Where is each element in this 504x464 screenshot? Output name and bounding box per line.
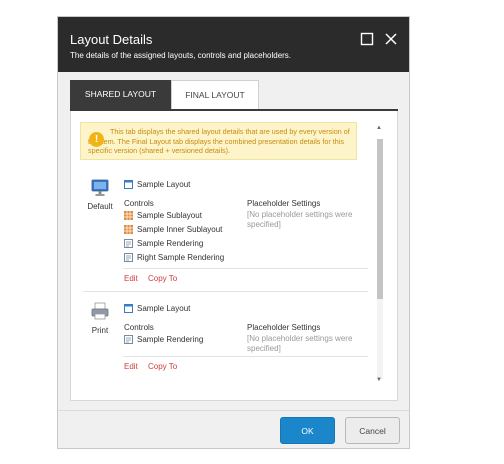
- layout-name[interactable]: Sample Layout: [137, 304, 190, 313]
- placeholder-settings-value: [No placeholder settings were specified]: [247, 334, 353, 353]
- layout-details-dialog: Layout Details The details of the assign…: [57, 16, 410, 449]
- controls-label: Controls: [124, 199, 154, 208]
- layout-icon: [124, 304, 133, 313]
- layout-icon: [124, 180, 133, 189]
- tab-final-layout[interactable]: FINAL LAYOUT: [171, 80, 259, 109]
- maximize-icon[interactable]: [360, 32, 374, 46]
- sublayout-icon: [124, 211, 133, 220]
- shared-layout-panel: This tab displays the shared layout deta…: [70, 111, 398, 401]
- placeholder-settings-label: Placeholder Settings: [247, 199, 321, 208]
- ok-button[interactable]: OK: [280, 417, 335, 444]
- info-notice: This tab displays the shared layout deta…: [80, 122, 357, 160]
- edit-link[interactable]: Edit: [124, 362, 138, 371]
- scrollbar-thumb[interactable]: [377, 139, 383, 299]
- close-icon[interactable]: [384, 32, 398, 46]
- dialog-header: Layout Details The details of the assign…: [58, 17, 409, 72]
- placeholder-settings-label: Placeholder Settings: [247, 323, 321, 332]
- controls-label: Controls: [124, 323, 154, 332]
- layout-name[interactable]: Sample Layout: [137, 180, 190, 189]
- control-item[interactable]: Sample Inner Sublayout: [137, 225, 222, 234]
- sublayout-icon: [124, 225, 133, 234]
- row-divider: [123, 356, 368, 357]
- control-item[interactable]: Sample Rendering: [137, 335, 203, 344]
- tab-shared-layout[interactable]: SHARED LAYOUT: [70, 80, 171, 109]
- rendering-icon: [124, 239, 133, 248]
- device-name: Default: [87, 202, 113, 211]
- dialog-title: Layout Details: [70, 32, 153, 47]
- placeholder-settings-value: [No placeholder settings were specified]: [247, 210, 353, 229]
- edit-link[interactable]: Edit: [124, 274, 138, 283]
- device-divider: [83, 291, 368, 292]
- footer-divider: [58, 410, 409, 411]
- scroll-down-icon[interactable]: ▼: [376, 377, 382, 383]
- control-item[interactable]: Right Sample Rendering: [137, 253, 224, 262]
- control-item[interactable]: Sample Rendering: [137, 239, 203, 248]
- rendering-icon: [124, 253, 133, 262]
- panel-scrollbar[interactable]: ▲ ▼: [375, 125, 384, 385]
- copy-to-link[interactable]: Copy To: [148, 362, 177, 371]
- device-name: Print: [91, 326, 109, 335]
- dialog-subtitle: The details of the assigned layouts, con…: [70, 51, 292, 60]
- printer-icon: [91, 302, 109, 320]
- control-item[interactable]: Sample Sublayout: [137, 211, 202, 220]
- warning-icon: !: [89, 132, 104, 147]
- rendering-icon: [124, 335, 133, 344]
- monitor-icon: [91, 179, 109, 196]
- copy-to-link[interactable]: Copy To: [148, 274, 177, 283]
- scroll-up-icon[interactable]: ▲: [376, 125, 382, 131]
- notice-text: This tab displays the shared layout deta…: [88, 127, 350, 155]
- cancel-button[interactable]: Cancel: [345, 417, 400, 444]
- row-divider: [123, 268, 368, 269]
